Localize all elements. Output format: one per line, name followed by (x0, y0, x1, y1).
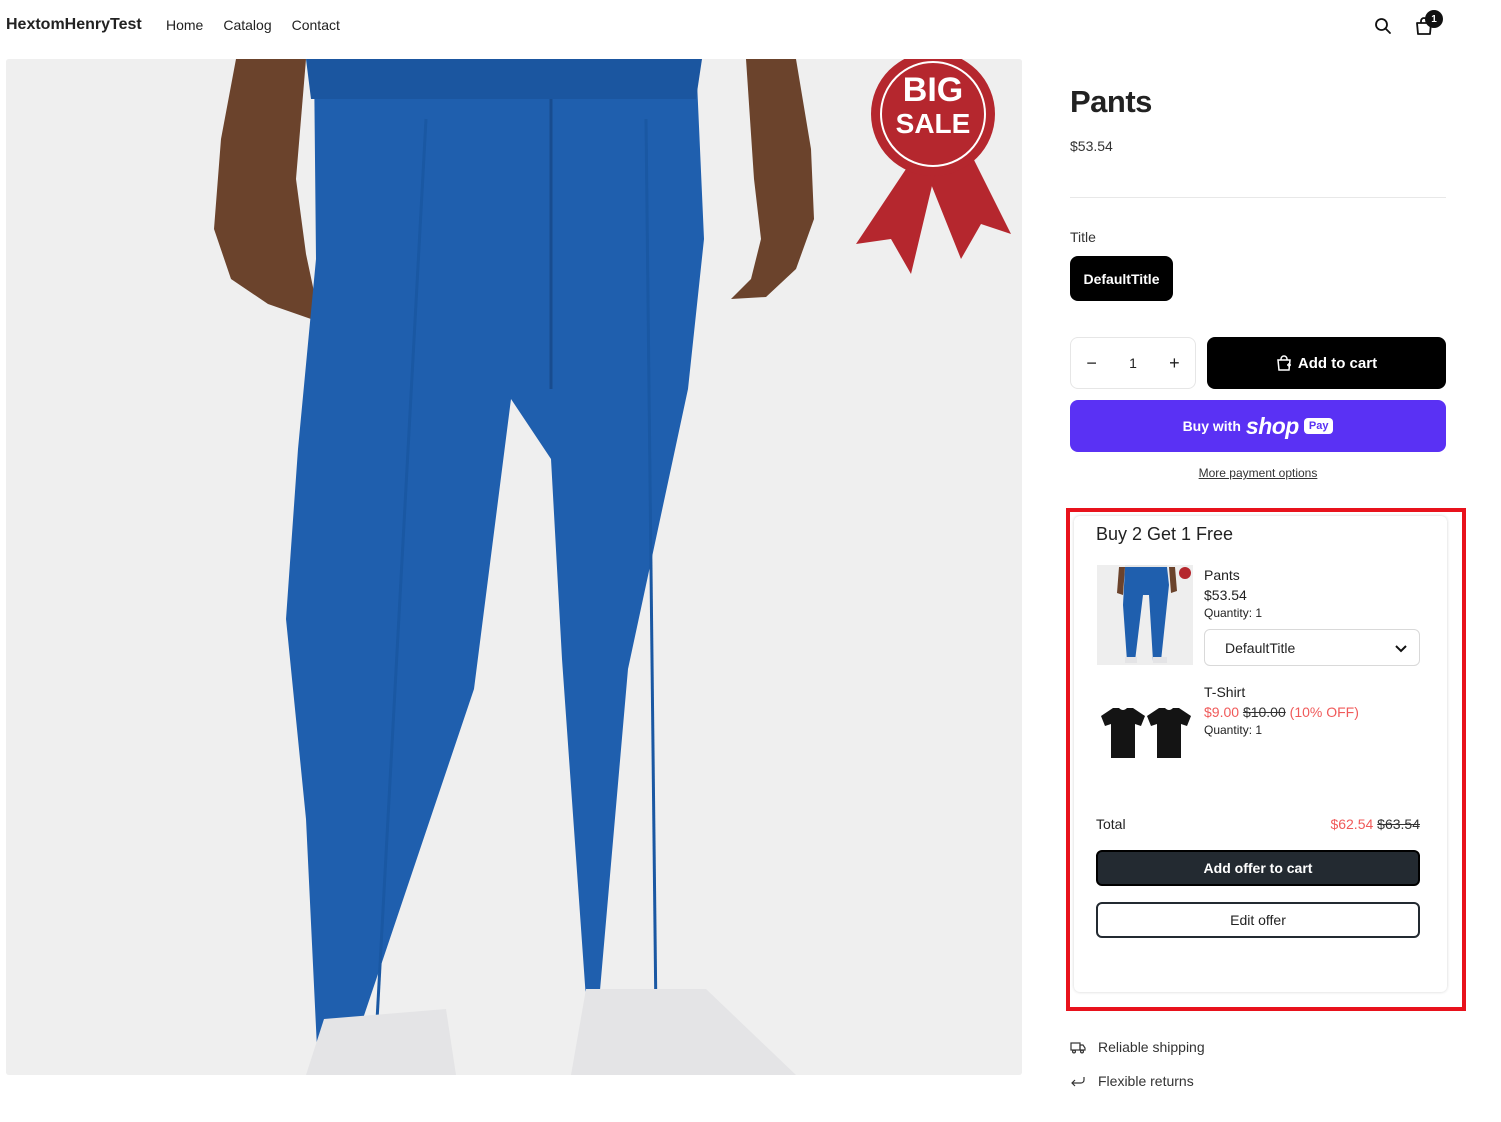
divider (1070, 197, 1446, 198)
product-price: $53.54 (1070, 138, 1113, 154)
return-arrow-icon (1071, 1077, 1085, 1087)
cart-count-badge: 1 (1425, 10, 1443, 28)
store-logo[interactable]: HextomHenryTest (6, 16, 142, 34)
offer-item-thumbnail-pants (1097, 565, 1193, 665)
variant-label: Title (1070, 229, 1096, 245)
shop-pay-prefix: Buy with (1182, 418, 1241, 434)
offer-item-discount: (10% OFF) (1289, 704, 1359, 720)
offer-item-price-row: $9.00 $10.00 (10% OFF) (1204, 704, 1359, 720)
offer-item-name: Pants (1204, 567, 1240, 583)
add-offer-to-cart-button[interactable]: Add offer to cart (1096, 850, 1420, 886)
offer-total-value: $62.54 $63.54 (1290, 816, 1420, 832)
nav-catalog[interactable]: Catalog (223, 17, 271, 33)
offer-total-label: Total (1096, 816, 1126, 832)
edit-offer-button[interactable]: Edit offer (1096, 902, 1420, 938)
pay-badge: Pay (1303, 418, 1334, 434)
offer-variant-select-value: DefaultTitle (1225, 639, 1296, 656)
feature-reliable-shipping: Reliable shipping (1070, 1039, 1205, 1055)
offer-item-sale-price: $9.00 (1204, 704, 1240, 720)
nav-contact[interactable]: Contact (292, 17, 340, 33)
offer-item-quantity: Quantity: 1 (1204, 723, 1263, 737)
nav-home[interactable]: Home (166, 17, 203, 33)
bag-plus-icon (1277, 355, 1291, 371)
offer-item-original-price: $10.00 (1242, 704, 1286, 720)
shop-logo: shop (1245, 412, 1299, 439)
quantity-increase-button[interactable]: + (1154, 353, 1195, 374)
chevron-down-icon (1395, 645, 1407, 653)
feature-flexible-returns: Flexible returns (1070, 1073, 1194, 1089)
offer-item-name: T-Shirt (1204, 684, 1246, 700)
offer-title: Buy 2 Get 1 Free (1096, 524, 1234, 544)
offer-item-price: $53.54 (1204, 587, 1247, 603)
add-to-cart-label: Add to cart (1297, 354, 1378, 372)
site-header: HextomHenryTest Home Catalog Contact 1 (0, 0, 1501, 52)
main-nav: Home Catalog Contact (166, 17, 340, 33)
truck-icon (1070, 1042, 1086, 1054)
sale-badge-line1: BIG (903, 71, 963, 109)
more-payment-options-link[interactable]: More payment options (1070, 466, 1446, 480)
quantity-value[interactable]: 1 (1112, 355, 1153, 371)
feature-label: Flexible returns (1098, 1073, 1194, 1089)
offer-total-sale: $62.54 (1330, 816, 1374, 832)
variant-option-default-title[interactable]: DefaultTitle (1070, 256, 1173, 301)
shop-pay-button[interactable]: Buy with shop Pay (1070, 400, 1446, 452)
sale-badge-line2: SALE (896, 108, 971, 139)
offer-total-original: $63.54 (1377, 816, 1420, 832)
quantity-stepper: − 1 + (1070, 337, 1196, 389)
quantity-decrease-button[interactable]: − (1071, 353, 1112, 374)
offer-item-thumbnail-tshirt (1097, 682, 1193, 782)
add-to-cart-button[interactable]: Add to cart (1207, 337, 1446, 389)
search-icon[interactable] (1372, 15, 1394, 37)
product-image[interactable]: BIG SALE (6, 59, 1022, 1075)
offer-item-quantity: Quantity: 1 (1204, 606, 1263, 620)
feature-label: Reliable shipping (1098, 1039, 1205, 1055)
product-title: Pants (1070, 84, 1152, 119)
offer-variant-select[interactable]: DefaultTitle (1204, 629, 1420, 666)
